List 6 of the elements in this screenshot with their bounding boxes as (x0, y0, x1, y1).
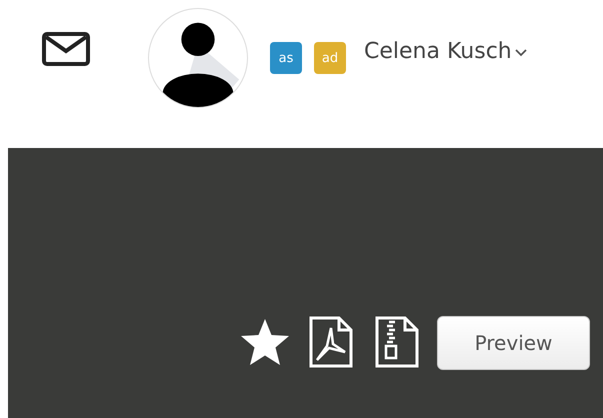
role-badge: as (270, 42, 302, 74)
mail-icon[interactable] (42, 32, 90, 66)
user-menu[interactable]: Celena Kusch (364, 39, 528, 64)
chevron-icon (514, 46, 528, 56)
role-badge: ad (314, 42, 346, 74)
preview-button[interactable]: Preview (437, 316, 590, 370)
